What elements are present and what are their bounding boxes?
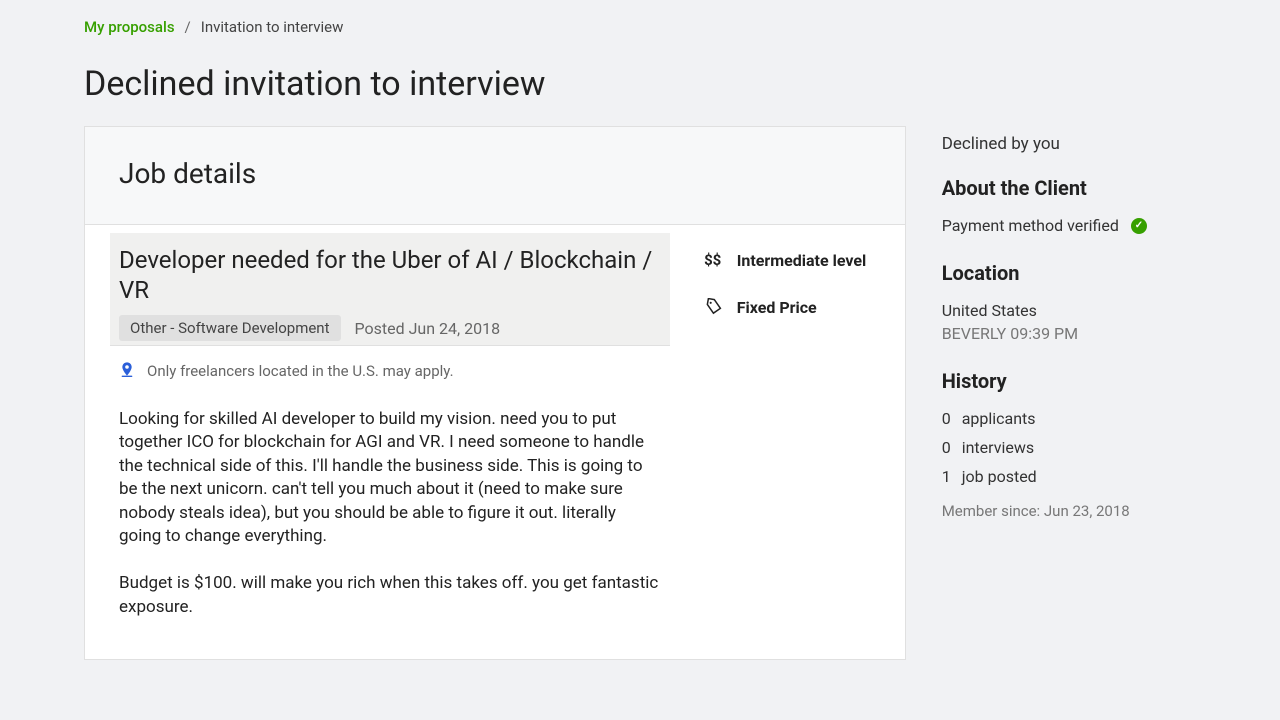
client-sidebar: Declined by you About the Client Payment… [942, 126, 1196, 546]
client-country: United States [942, 301, 1196, 320]
page-title: Declined invitation to interview [84, 64, 1196, 104]
breadcrumb: My proposals / Invitation to interview [84, 18, 1196, 36]
breadcrumb-root-link[interactable]: My proposals [84, 18, 175, 36]
job-title-box: Developer needed for the Uber of AI / Bl… [110, 233, 670, 346]
verified-check-icon: ✓ [1131, 218, 1147, 234]
payment-verified-label: Payment method verified [942, 216, 1119, 235]
about-client-heading: About the Client [942, 176, 1196, 200]
jobs-count: 1 [942, 467, 954, 486]
member-since: Member since: Jun 23, 2018 [942, 502, 1196, 520]
breadcrumb-separator: / [185, 18, 191, 36]
location-heading: Location [942, 261, 1196, 285]
history-jobs: 1 job posted [942, 467, 1196, 486]
interviews-count: 0 [942, 438, 954, 457]
jobs-label: job posted [962, 467, 1037, 486]
price-tag-icon [703, 298, 723, 319]
breadcrumb-current: Invitation to interview [201, 18, 344, 36]
price-type: Fixed Price [703, 298, 877, 319]
experience-level: $$ Intermediate level [703, 251, 877, 272]
price-type-label: Fixed Price [737, 298, 817, 319]
job-title: Developer needed for the Uber of AI / Bl… [119, 245, 661, 305]
card-header-title: Job details [119, 157, 871, 190]
location-restriction: Only freelancers located in the U.S. may… [119, 360, 661, 382]
history-heading: History [942, 369, 1196, 393]
category-tag[interactable]: Other - Software Development [119, 315, 341, 341]
experience-level-label: Intermediate level [737, 251, 867, 272]
payment-verified-row: Payment method verified ✓ [942, 216, 1196, 235]
dollar-icon: $$ [703, 251, 723, 272]
client-city-time: BEVERLY 09:39 PM [942, 324, 1196, 343]
posted-date: Posted Jun 24, 2018 [355, 319, 501, 338]
job-description: Looking for skilled AI developer to buil… [119, 408, 661, 619]
location-pin-icon [119, 360, 135, 382]
history-applicants: 0 applicants [942, 409, 1196, 428]
interviews-label: interviews [962, 438, 1034, 457]
card-header: Job details [85, 127, 905, 225]
applicants-count: 0 [942, 409, 954, 428]
restriction-text: Only freelancers located in the U.S. may… [147, 362, 454, 380]
declined-by-label: Declined by you [942, 134, 1196, 154]
job-details-card: Job details Developer needed for the Ube… [84, 126, 906, 660]
applicants-label: applicants [962, 409, 1036, 428]
history-interviews: 0 interviews [942, 438, 1196, 457]
